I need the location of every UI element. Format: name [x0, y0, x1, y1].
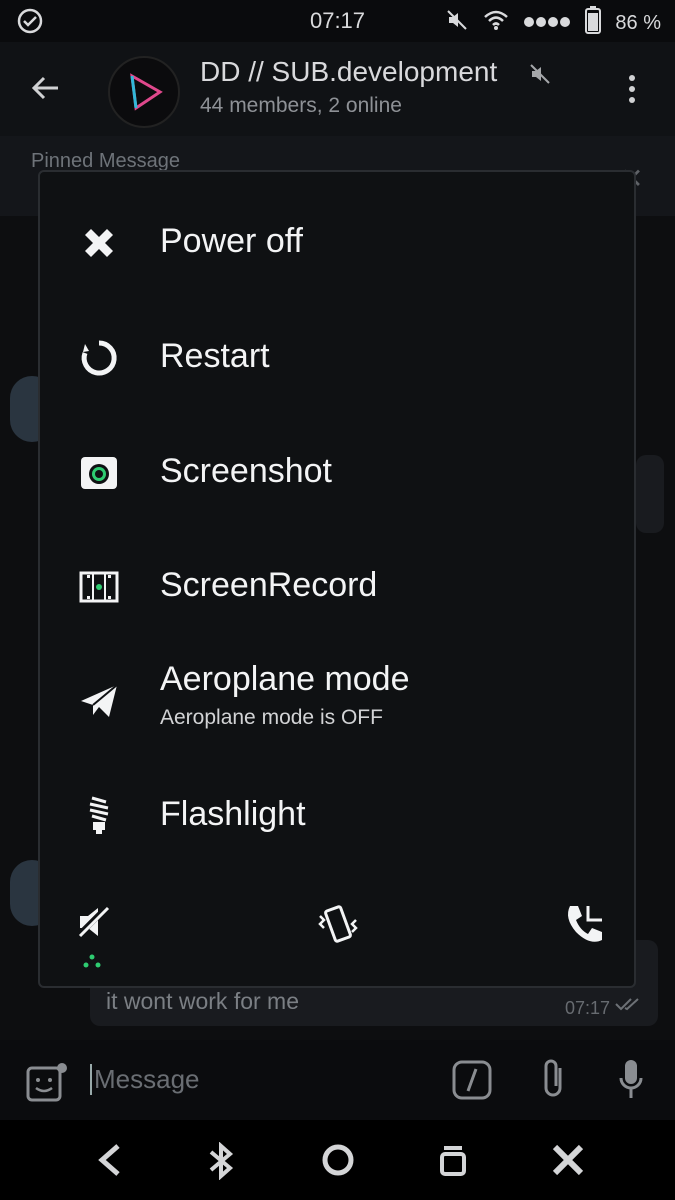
menu-item-label: ScreenRecord — [160, 566, 378, 604]
microphone-icon[interactable] — [618, 1058, 644, 1105]
screenshot-icon — [78, 452, 120, 494]
muted-icon — [528, 62, 552, 91]
menu-item-aeroplane-mode[interactable]: Aeroplane mode Aeroplane mode is OFF — [40, 650, 634, 750]
menu-item-power-off[interactable]: Power off — [40, 192, 634, 292]
message-input-bar: Message — [0, 1040, 675, 1120]
message-input[interactable]: Message — [90, 1064, 200, 1095]
more-options-icon[interactable] — [626, 74, 638, 109]
status-bar: 07:17 86 % — [0, 0, 675, 42]
vibrate-icon[interactable] — [316, 902, 360, 951]
selected-indicator-icon — [82, 954, 102, 973]
menu-item-label: Aeroplane mode — [160, 660, 410, 698]
menu-item-restart[interactable]: Restart — [40, 307, 634, 407]
flashlight-icon — [78, 795, 120, 837]
bluetooth-icon[interactable] — [206, 1141, 236, 1185]
restart-icon — [78, 337, 120, 379]
power-off-icon — [78, 222, 120, 264]
wifi-icon — [483, 9, 509, 37]
attach-icon[interactable] — [540, 1058, 568, 1105]
back-arrow-icon[interactable] — [30, 72, 62, 109]
chat-header: DD // SUB.development 44 members, 2 onli… — [0, 42, 675, 136]
menu-item-label: Power off — [160, 222, 304, 260]
mute-icon — [445, 8, 469, 38]
menu-item-label: Restart — [160, 337, 270, 375]
bot-command-icon[interactable] — [452, 1060, 492, 1105]
message-time: 07:17 — [564, 998, 610, 1018]
nav-home-icon[interactable] — [320, 1142, 356, 1183]
screenrecord-icon — [78, 566, 120, 608]
nav-close-icon[interactable] — [550, 1142, 586, 1183]
sticker-icon[interactable] — [26, 1062, 70, 1107]
aeroplane-icon — [78, 680, 120, 722]
system-nav-bar — [0, 1120, 675, 1200]
chat-subtitle: 44 members, 2 online — [200, 94, 402, 117]
sound-off-icon[interactable] — [74, 902, 114, 947]
menu-item-screenshot[interactable]: Screenshot — [40, 422, 634, 522]
message-bubble — [636, 455, 664, 533]
menu-item-flashlight[interactable]: Flashlight — [40, 765, 634, 865]
nav-recents-icon[interactable] — [438, 1142, 468, 1183]
menu-item-sublabel: Aeroplane mode is OFF — [160, 706, 383, 729]
nav-back-icon[interactable] — [96, 1142, 122, 1183]
ringer-toggle-row — [40, 892, 634, 982]
ring-icon[interactable] — [562, 902, 606, 951]
double-check-icon — [614, 996, 642, 1017]
menu-item-label: Flashlight — [160, 795, 306, 833]
chat-title[interactable]: DD // SUB.development — [200, 56, 497, 88]
battery-percent: 86 % — [615, 11, 661, 34]
power-menu-dialog: Power off Restart Screenshot ScreenRecor… — [38, 170, 636, 988]
battery-icon — [585, 6, 602, 40]
group-avatar[interactable] — [108, 56, 180, 128]
message-text: it wont work for me — [106, 988, 299, 1014]
menu-item-label: Screenshot — [160, 452, 332, 490]
signal-dots-icon — [523, 12, 571, 35]
menu-item-screenrecord[interactable]: ScreenRecord — [40, 536, 634, 636]
